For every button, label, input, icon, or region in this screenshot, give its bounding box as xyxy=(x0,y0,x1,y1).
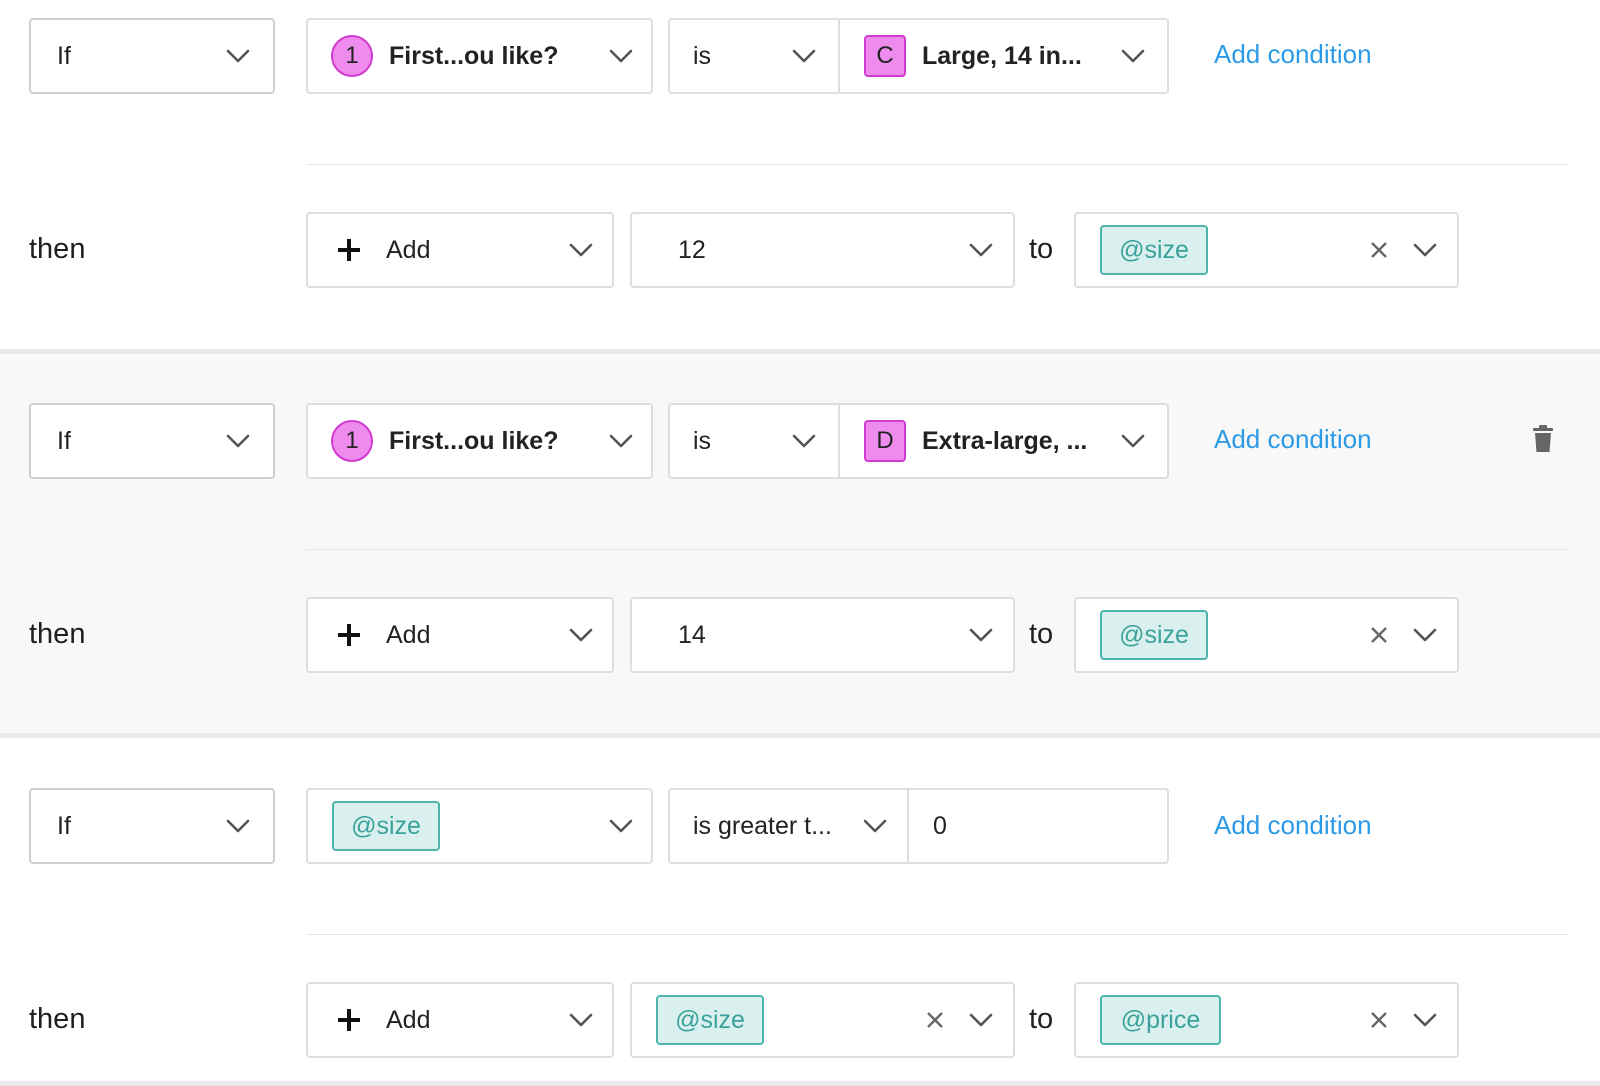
action-amount-select[interactable]: 12 xyxy=(630,212,1015,288)
action-keyword-label: then xyxy=(29,1003,86,1035)
divider xyxy=(306,934,1569,935)
condition-value-input[interactable]: 0 xyxy=(907,788,1169,864)
action-verb-label: Add xyxy=(386,1005,431,1034)
condition-value-label: Extra-large, ... xyxy=(922,426,1088,455)
condition-field-label: First...ou like? xyxy=(389,426,559,455)
chevron-down-icon xyxy=(968,1012,994,1028)
variable-tag: @size xyxy=(656,995,764,1045)
close-icon[interactable] xyxy=(1370,626,1388,644)
chevron-down-icon xyxy=(568,627,594,643)
condition-operator-select[interactable]: is xyxy=(668,18,840,94)
divider xyxy=(306,164,1569,165)
to-label: to xyxy=(1029,1003,1054,1035)
to-label: to xyxy=(1029,618,1054,650)
condition-operator-label: is greater t... xyxy=(693,811,832,840)
condition-keyword-select[interactable]: If xyxy=(29,403,275,479)
rule-separator xyxy=(0,1081,1600,1086)
chevron-down-icon xyxy=(1412,627,1438,643)
action-verb-label: Add xyxy=(386,235,431,264)
action-amount-value: 14 xyxy=(678,620,706,649)
chevron-down-icon xyxy=(1120,48,1146,64)
action-target-select[interactable]: @price xyxy=(1074,982,1459,1058)
chevron-down-icon xyxy=(791,48,817,64)
chevron-down-icon xyxy=(568,242,594,258)
condition-value-text: 0 xyxy=(933,811,947,840)
add-condition-link[interactable]: Add condition xyxy=(1214,424,1372,455)
action-verb-select[interactable]: Add xyxy=(306,982,614,1058)
condition-operator-select[interactable]: is greater t... xyxy=(668,788,909,864)
action-verb-select[interactable]: Add xyxy=(306,597,614,673)
condition-operator-label: is xyxy=(693,426,712,455)
chevron-down-icon xyxy=(968,242,994,258)
action-target-select[interactable]: @size xyxy=(1074,597,1459,673)
chevron-down-icon xyxy=(608,433,634,449)
condition-operator-select[interactable]: is xyxy=(668,403,840,479)
condition-value-label: Large, 14 in... xyxy=(922,41,1082,70)
action-verb-select[interactable]: Add xyxy=(306,212,614,288)
action-amount-select[interactable]: 14 xyxy=(630,597,1015,673)
choice-letter-badge: D xyxy=(864,420,906,462)
condition-field-label: First...ou like? xyxy=(389,41,559,70)
condition-field-select[interactable]: 1 First...ou like? xyxy=(306,403,653,479)
action-keyword-label: then xyxy=(29,618,86,650)
action-target-select[interactable]: @size xyxy=(1074,212,1459,288)
chevron-down-icon xyxy=(862,818,888,834)
to-label: to xyxy=(1029,233,1054,265)
chevron-down-icon xyxy=(568,1012,594,1028)
close-icon[interactable] xyxy=(1370,1011,1388,1029)
variable-tag: @size xyxy=(332,801,440,851)
condition-operator-label: is xyxy=(693,41,712,70)
action-keyword-label: then xyxy=(29,233,86,265)
variable-tag: @size xyxy=(1100,610,1208,660)
plus-icon xyxy=(336,237,362,263)
question-number-badge: 1 xyxy=(331,35,373,77)
plus-icon xyxy=(336,1007,362,1033)
divider xyxy=(306,549,1569,550)
chevron-down-icon xyxy=(225,818,251,834)
plus-icon xyxy=(336,622,362,648)
chevron-down-icon xyxy=(791,433,817,449)
action-verb-label: Add xyxy=(386,620,431,649)
variable-tag: @price xyxy=(1100,995,1221,1045)
close-icon[interactable] xyxy=(926,1011,944,1029)
rule-separator xyxy=(0,733,1600,738)
question-number-badge: 1 xyxy=(331,420,373,462)
condition-keyword-label: If xyxy=(57,811,71,840)
chevron-down-icon xyxy=(968,627,994,643)
trash-icon[interactable] xyxy=(1532,425,1554,458)
chevron-down-icon xyxy=(1412,242,1438,258)
chevron-down-icon xyxy=(608,48,634,64)
variable-tag: @size xyxy=(1100,225,1208,275)
condition-field-select[interactable]: 1 First...ou like? xyxy=(306,18,653,94)
chevron-down-icon xyxy=(608,818,634,834)
condition-value-select[interactable]: D Extra-large, ... xyxy=(838,403,1169,479)
condition-keyword-select[interactable]: If xyxy=(29,18,275,94)
rule-separator xyxy=(0,349,1600,354)
condition-field-select[interactable]: @size xyxy=(306,788,653,864)
choice-letter-badge: C xyxy=(864,35,906,77)
condition-keyword-label: If xyxy=(57,41,71,70)
chevron-down-icon xyxy=(1412,1012,1438,1028)
chevron-down-icon xyxy=(1120,433,1146,449)
add-condition-link[interactable]: Add condition xyxy=(1214,810,1372,841)
chevron-down-icon xyxy=(225,433,251,449)
add-condition-link[interactable]: Add condition xyxy=(1214,39,1372,70)
action-amount-value: 12 xyxy=(678,235,706,264)
action-amount-select[interactable]: @size xyxy=(630,982,1015,1058)
close-icon[interactable] xyxy=(1370,241,1388,259)
condition-keyword-select[interactable]: If xyxy=(29,788,275,864)
condition-value-select[interactable]: C Large, 14 in... xyxy=(838,18,1169,94)
condition-keyword-label: If xyxy=(57,426,71,455)
chevron-down-icon xyxy=(225,48,251,64)
